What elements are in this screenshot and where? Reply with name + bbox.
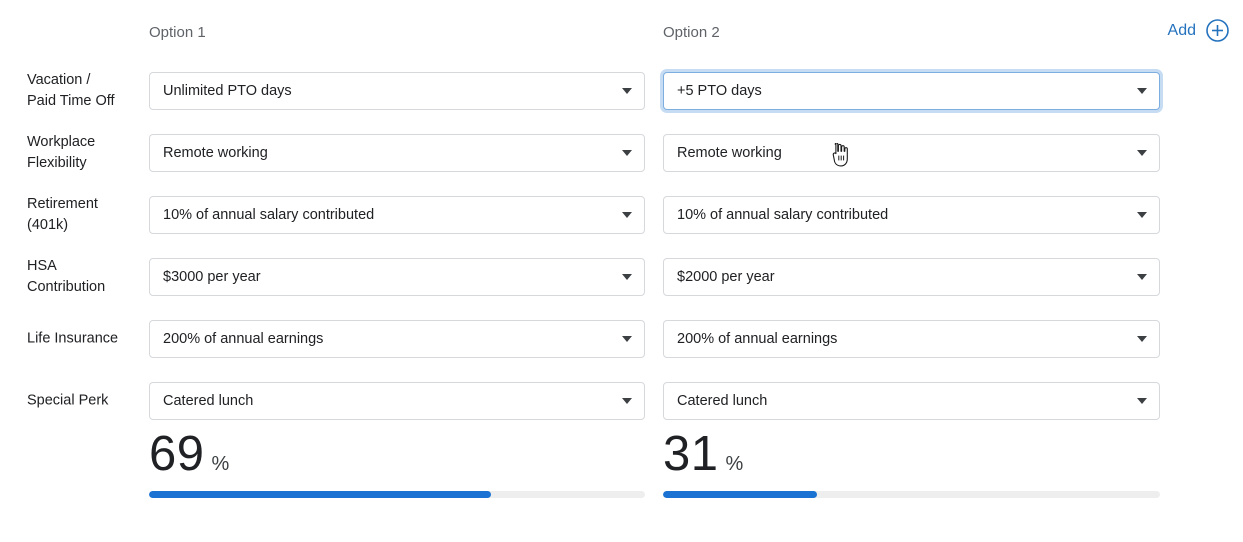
score-number-option-2: 31 xyxy=(663,427,719,481)
table-row: HSA Contribution $3000 per year $2000 pe… xyxy=(0,246,1243,308)
table-row: Retirement (401k) 10% of annual salary c… xyxy=(0,184,1243,246)
row-label-vacation: Vacation / Paid Time Off xyxy=(27,70,139,112)
benefit-rows: Vacation / Paid Time Off Unlimited PTO d… xyxy=(0,60,1243,432)
row-label-line-1: Vacation / xyxy=(27,72,91,88)
row-label-line-1: HSA xyxy=(27,258,57,274)
column-header-option-1: Option 1 xyxy=(149,24,206,41)
select-value: Remote working xyxy=(677,145,782,161)
column-header-option-2: Option 2 xyxy=(663,24,720,41)
select-option2-life-insurance[interactable]: 200% of annual earnings xyxy=(663,320,1160,358)
chevron-down-icon xyxy=(622,150,632,156)
row-label-line-1: Special Perk xyxy=(27,392,109,409)
score-value-group: 69 % xyxy=(149,426,645,482)
table-row: Life Insurance 200% of annual earnings 2… xyxy=(0,308,1243,370)
chevron-down-icon xyxy=(622,274,632,280)
select-option2-retirement[interactable]: 10% of annual salary contributed xyxy=(663,196,1160,234)
chevron-down-icon xyxy=(1137,88,1147,94)
row-label-special-perk: Special Perk xyxy=(27,391,139,412)
select-option2-vacation[interactable]: +5 PTO days xyxy=(663,72,1160,110)
chevron-down-icon xyxy=(1137,150,1147,156)
select-value: 10% of annual salary contributed xyxy=(163,207,375,223)
select-value: $3000 per year xyxy=(163,269,261,285)
score-block-option-1: 69 % xyxy=(149,426,645,498)
row-label-line-1: Life Insurance xyxy=(27,330,119,347)
chevron-down-icon xyxy=(622,88,632,94)
row-label-line-1: Workplace xyxy=(27,134,96,150)
select-value: Unlimited PTO days xyxy=(163,83,292,99)
chevron-down-icon xyxy=(1137,274,1147,280)
table-row: Special Perk Catered lunch Catered lunch xyxy=(0,370,1243,432)
select-option2-special-perk[interactable]: Catered lunch xyxy=(663,382,1160,420)
chevron-down-icon xyxy=(622,398,632,404)
column-header-row: Option 1 Option 2 Add xyxy=(0,19,1243,46)
row-label-hsa-contribution: HSA Contribution xyxy=(27,256,139,298)
chevron-down-icon xyxy=(1137,212,1147,218)
score-number-option-1: 69 xyxy=(149,427,205,481)
select-option1-special-perk[interactable]: Catered lunch xyxy=(149,382,645,420)
table-row: Vacation / Paid Time Off Unlimited PTO d… xyxy=(0,60,1243,122)
chevron-down-icon xyxy=(1137,398,1147,404)
row-label-line-1: Retirement xyxy=(27,196,98,212)
score-block-option-2: 31 % xyxy=(663,426,1160,498)
score-value-group: 31 % xyxy=(663,426,1160,482)
row-label-workplace-flexibility: Workplace Flexibility xyxy=(27,132,139,174)
row-label-line-2: Flexibility xyxy=(27,155,87,171)
row-label-line-2: Contribution xyxy=(27,279,106,295)
select-option1-workplace-flexibility[interactable]: Remote working xyxy=(149,134,645,172)
score-percent-sign-option-1: % xyxy=(211,453,230,475)
chevron-down-icon xyxy=(1137,336,1147,342)
select-option1-life-insurance[interactable]: 200% of annual earnings xyxy=(149,320,645,358)
plus-circle-icon xyxy=(1205,18,1230,43)
select-value: 200% of annual earnings xyxy=(163,331,324,347)
table-row: Workplace Flexibility Remote working Rem… xyxy=(0,122,1243,184)
score-summary: 69 % 31 % xyxy=(0,426,1243,516)
comparison-table-page: Option 1 Option 2 Add Vacation / Paid Ti… xyxy=(0,0,1243,542)
select-value: 200% of annual earnings xyxy=(677,331,838,347)
select-value: $2000 per year xyxy=(677,269,775,285)
score-progress-fill-option-1 xyxy=(149,491,492,498)
row-label-line-2: Paid Time Off xyxy=(27,93,115,109)
select-option1-hsa-contribution[interactable]: $3000 per year xyxy=(149,258,645,296)
chevron-down-icon xyxy=(622,212,632,218)
select-option1-retirement[interactable]: 10% of annual salary contributed xyxy=(149,196,645,234)
select-value: Catered lunch xyxy=(163,393,254,409)
score-percent-sign-option-2: % xyxy=(725,453,744,475)
select-option2-workplace-flexibility[interactable]: Remote working xyxy=(663,134,1160,172)
add-option-label: Add xyxy=(1167,21,1196,39)
select-value: 10% of annual salary contributed xyxy=(677,207,889,223)
row-label-retirement: Retirement (401k) xyxy=(27,194,139,236)
score-progress-track-option-1 xyxy=(149,491,645,498)
row-label-life-insurance: Life Insurance xyxy=(27,329,139,350)
add-option-button[interactable]: Add xyxy=(1168,18,1230,43)
select-value: Catered lunch xyxy=(677,393,768,409)
score-progress-fill-option-2 xyxy=(663,491,818,498)
select-option2-hsa-contribution[interactable]: $2000 per year xyxy=(663,258,1160,296)
select-value: +5 PTO days xyxy=(677,83,762,99)
select-value: Remote working xyxy=(163,145,268,161)
score-progress-track-option-2 xyxy=(663,491,1160,498)
row-label-line-2: (401k) xyxy=(27,217,69,233)
select-option1-vacation[interactable]: Unlimited PTO days xyxy=(149,72,645,110)
chevron-down-icon xyxy=(622,336,632,342)
